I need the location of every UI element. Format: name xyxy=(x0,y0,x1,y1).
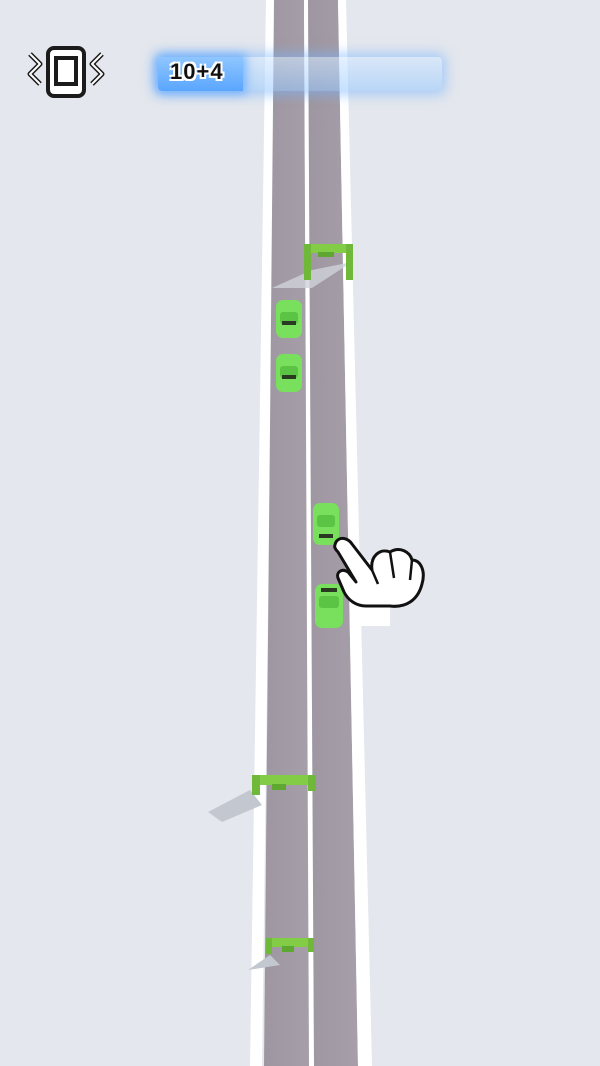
car[interactable] xyxy=(315,584,343,628)
car[interactable] xyxy=(276,300,302,338)
vibration-toggle-button[interactable] xyxy=(22,44,112,100)
progress-label: 10+4 xyxy=(170,59,224,84)
car[interactable] xyxy=(276,354,302,392)
tap-hand-icon xyxy=(333,536,425,608)
vibration-phone-icon xyxy=(27,46,105,98)
progress-meter: 10+4 xyxy=(150,53,450,95)
car[interactable] xyxy=(313,503,339,545)
game-scene[interactable] xyxy=(0,0,600,1066)
